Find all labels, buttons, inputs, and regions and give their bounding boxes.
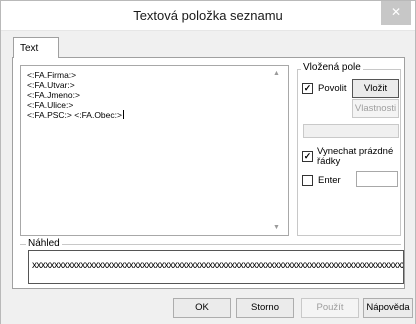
preview-text: xxxxxxxxxxxxxxxxxxxxxxxxxxxxxxxxxxxxxxxx…	[32, 260, 404, 271]
scroll-down-icon[interactable]: ▼	[273, 224, 280, 231]
apply-button[interactable]: Použít	[301, 298, 359, 318]
preview-title: Náhled	[26, 238, 62, 249]
text-editor[interactable]: <:FA.Firma:> <:FA.Utvar:> <:FA.Jmeno:> <…	[20, 65, 289, 236]
enter-input[interactable]	[356, 171, 398, 187]
skip-empty-checkbox[interactable]: ✓	[302, 151, 313, 162]
tab-text[interactable]: Text	[13, 37, 59, 58]
tab-text-label: Text	[20, 43, 39, 54]
properties-button[interactable]: Vlastnosti	[352, 99, 399, 118]
checkmark-icon: ✓	[303, 83, 312, 93]
enter-checkbox[interactable]	[302, 175, 313, 186]
title-bar[interactable]: Textová položka seznamu ✕	[1, 1, 415, 31]
field-name-input	[303, 124, 399, 138]
editor-line: <:FA.Firma:>	[27, 70, 77, 80]
text-caret	[122, 110, 124, 119]
editor-line: <:FA.Ulice:>	[27, 100, 74, 110]
dialog-window: Textová položka seznamu ✕ Text <:FA.Firm…	[0, 0, 416, 324]
cancel-button[interactable]: Storno	[236, 298, 294, 318]
scroll-up-icon[interactable]: ▲	[273, 70, 280, 77]
skip-empty-label: Vynechat prázdné řádky	[317, 146, 394, 167]
editor-line: <:FA.PSC:> <:FA.Obec:>	[27, 110, 122, 120]
preview-separator	[20, 244, 401, 245]
editor-content[interactable]: <:FA.Firma:> <:FA.Utvar:> <:FA.Jmeno:> <…	[27, 70, 124, 120]
dialog-title: Textová položka seznamu	[133, 8, 283, 23]
help-button[interactable]: Nápověda	[363, 298, 413, 318]
allow-checkbox[interactable]: ✓	[302, 83, 313, 94]
editor-line: <:FA.Jmeno:>	[27, 90, 80, 100]
close-button[interactable]: ✕	[381, 1, 411, 25]
ok-button[interactable]: OK	[173, 298, 231, 318]
close-icon: ✕	[390, 5, 402, 19]
allow-label: Povolit	[318, 83, 347, 94]
preview-box: xxxxxxxxxxxxxxxxxxxxxxxxxxxxxxxxxxxxxxxx…	[28, 250, 404, 284]
insert-button[interactable]: Vložit	[352, 79, 399, 98]
enter-label: Enter	[318, 175, 341, 186]
checkmark-icon: ✓	[303, 151, 312, 161]
editor-line: <:FA.Utvar:>	[27, 80, 75, 90]
inserted-fields-title: Vložená pole	[301, 62, 363, 73]
